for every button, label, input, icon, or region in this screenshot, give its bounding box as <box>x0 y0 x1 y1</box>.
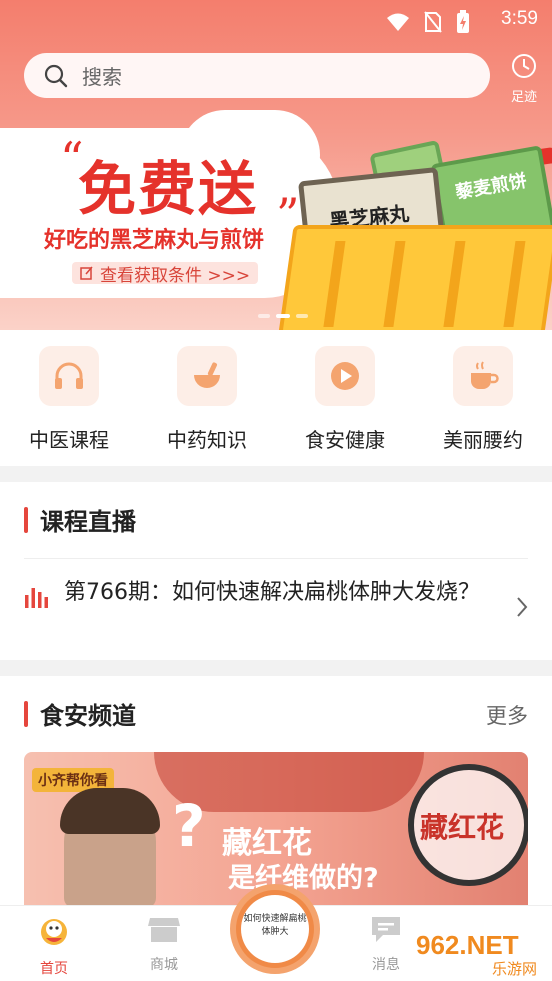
clock-icon <box>512 54 536 78</box>
live-course-section: 课程直播 第766期：如何快速解决扁桃体肿大发烧？ <box>0 482 552 660</box>
divider <box>24 558 528 559</box>
play-icon <box>331 362 359 390</box>
food-safety-section: 食安频道 更多 小齐帮你看 ? 藏红花 是纤维做的? 藏红花 <box>0 676 552 908</box>
section-title: 食安频道 <box>24 696 136 731</box>
header-background: 3:59 搜索 足迹 “ 免费送 ” 好吃的黑芝麻丸与煎饼 查看获取条件 >>>… <box>0 0 552 330</box>
coffee-cup-icon <box>471 361 499 389</box>
category-label: 中药知识 <box>167 428 247 452</box>
tab-home[interactable]: 首页 <box>14 914 94 978</box>
magnifier-icon: 藏红花 <box>408 764 528 886</box>
footprint-button[interactable]: 足迹 <box>504 52 544 105</box>
category-grid: 中医课程 中药知识 食安健康 美丽腰约 <box>0 330 552 466</box>
category-label: 食安健康 <box>305 428 385 452</box>
message-icon <box>372 917 400 942</box>
promo-link-label: 查看获取条件 >>> <box>100 265 251 286</box>
promo-conditions-link[interactable]: 查看获取条件 >>> <box>72 262 259 286</box>
center-live-text: 如何快速解扁桃体肿大 <box>241 895 309 963</box>
store-icon <box>148 918 180 942</box>
carousel-dot <box>258 314 270 318</box>
chevron-right-icon <box>517 597 528 617</box>
center-live-button[interactable]: 如何快速解扁桃体肿大 <box>230 884 320 974</box>
section-mark <box>24 506 28 533</box>
live-section-title: 课程直播 <box>40 508 136 536</box>
status-bar: 3:59 <box>0 0 552 40</box>
status-time: 3:59 <box>501 8 538 29</box>
section-mark <box>24 700 28 727</box>
battery-charging-icon <box>457 10 469 33</box>
tab-messages[interactable]: 消息 <box>346 914 426 974</box>
live-bars-icon <box>25 588 48 608</box>
category-label: 中医课程 <box>29 428 109 452</box>
watermark-brand: 962.NET <box>416 930 519 960</box>
category-herbal-knowledge[interactable]: 中药知识 <box>138 330 276 466</box>
category-tcm-course[interactable]: 中医课程 <box>0 330 138 466</box>
question-mark: ? <box>172 792 206 860</box>
tab-label: 商城 <box>150 957 178 973</box>
home-mascot-icon <box>41 919 67 945</box>
wifi-icon <box>387 13 409 31</box>
lens-text: 藏红花 <box>420 811 505 844</box>
promo-title: 免费送 <box>78 155 259 223</box>
section-title: 课程直播 <box>24 502 136 537</box>
food-section-title: 食安频道 <box>40 702 136 730</box>
cartoon-boy <box>60 788 160 908</box>
tab-label: 消息 <box>372 957 400 973</box>
live-course-item[interactable]: 第766期：如何快速解决扁桃体肿大发烧？ <box>24 578 528 642</box>
carousel-dot <box>296 314 308 318</box>
live-course-title: 第766期：如何快速解决扁桃体肿大发烧？ <box>64 580 480 605</box>
edit-icon <box>80 266 93 280</box>
tab-mall[interactable]: 商城 <box>124 914 204 974</box>
category-food-safety[interactable]: 食安健康 <box>276 330 414 466</box>
tab-label: 首页 <box>40 961 68 977</box>
card-subheadline: 是纤维做的? <box>228 863 379 894</box>
headphones-icon <box>55 362 83 389</box>
search-placeholder: 搜索 <box>82 65 122 89</box>
watermark-site: 乐游网 <box>492 960 538 978</box>
carousel-indicator <box>258 314 308 318</box>
promo-subtitle: 好吃的黑芝麻丸与煎饼 <box>44 228 265 253</box>
promo-banner[interactable]: “ 免费送 ” 好吃的黑芝麻丸与煎饼 查看获取条件 >>> 藜麦煎饼 黑芝麻丸 <box>0 110 552 330</box>
no-sim-icon <box>424 11 442 33</box>
shopping-basket <box>278 225 552 330</box>
carousel-dot-active <box>276 314 290 318</box>
site-watermark: 962.NET 乐游网 <box>416 930 552 978</box>
pack2-name: 藜麦煎饼 <box>453 170 529 204</box>
search-bar[interactable]: 搜索 <box>24 53 490 98</box>
category-beauty-waist[interactable]: 美丽腰约 <box>414 330 552 466</box>
search-icon <box>44 64 68 87</box>
footprint-label: 足迹 <box>510 90 537 105</box>
status-icons <box>386 10 470 34</box>
more-link[interactable]: 更多 <box>486 700 528 730</box>
mortar-icon <box>194 362 220 388</box>
category-label: 美丽腰约 <box>443 428 523 452</box>
